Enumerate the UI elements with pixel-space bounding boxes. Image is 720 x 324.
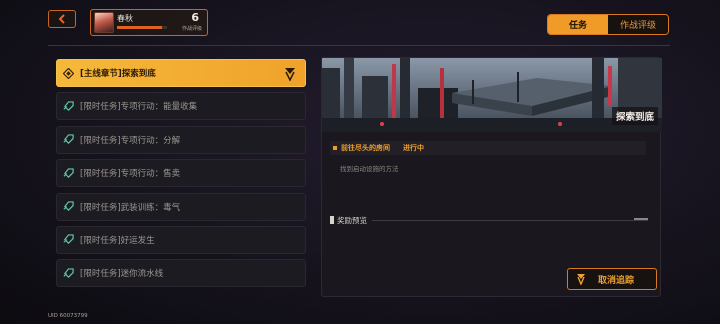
task-item[interactable]: [限时任务]好运发生 <box>56 225 306 254</box>
reward-divider-end <box>634 218 648 220</box>
player-name: 春秋 <box>117 14 133 23</box>
task-item[interactable]: [限时任务]专项行动：能量收集 <box>56 92 306 121</box>
task-label: [限时任务]迷你流水线 <box>80 269 164 280</box>
limited-task-icon <box>63 201 74 212</box>
task-item[interactable]: [限时任务]武装训练：毒气 <box>56 192 306 221</box>
task-label: [限时任务]好运发生 <box>80 235 155 246</box>
task-item[interactable]: [限时任务]专项行动：售卖 <box>56 159 306 188</box>
objective-status: 进行中 <box>403 144 424 152</box>
task-label: [限时任务]专项行动：能量收集 <box>80 102 198 113</box>
objective-description: 找到启动设施的方法 <box>340 165 399 173</box>
tab-tasks[interactable]: 任务 <box>548 15 608 34</box>
back-button[interactable] <box>48 10 76 28</box>
task-detail-panel: 探索到底 前往尽头的房间 进行中 找到启动设施的方法 奖励预览 取消追踪 <box>321 57 662 297</box>
reward-marker <box>330 216 334 224</box>
xp-fill <box>117 26 162 29</box>
task-label: [限时任务]专项行动：分解 <box>80 135 181 146</box>
objective-text: 前往尽头的房间 <box>341 144 390 152</box>
reward-preview-label: 奖励预览 <box>337 216 367 225</box>
limited-task-icon <box>63 167 74 178</box>
task-item[interactable]: [限时任务]专项行动：分解 <box>56 125 306 154</box>
limited-task-icon <box>63 101 74 111</box>
task-label: [限时任务]专项行动：售卖 <box>80 169 181 180</box>
limited-task-icon <box>63 268 74 278</box>
level-label: 作战评级 <box>181 26 202 32</box>
limited-task-icon <box>63 134 74 145</box>
cancel-tracking-label: 取消追踪 <box>598 275 635 286</box>
main-quest-icon <box>63 67 74 79</box>
avatar <box>94 12 114 33</box>
task-item[interactable]: [主线章节]探索到底 <box>56 59 306 87</box>
task-label: [主线章节]探索到底 <box>80 69 156 79</box>
player-level: 6 <box>191 11 199 24</box>
limited-task-icon <box>63 234 74 245</box>
user-id: UID 60073799 <box>48 313 88 319</box>
task-label: [限时任务]武装训练：毒气 <box>80 202 181 213</box>
reward-divider <box>372 220 648 221</box>
objective-bullet <box>333 146 337 150</box>
task-item[interactable]: [限时任务]迷你流水线 <box>56 259 306 288</box>
tracking-marker-icon <box>577 274 585 285</box>
objective-row: 前往尽头的房间 进行中 <box>330 141 646 155</box>
scene-illustration <box>322 58 662 132</box>
chevron-left-icon <box>58 14 65 24</box>
task-list: [主线章节]探索到底 [限时任务]专项行动：能量收集 [限时任务]专项行动：分解… <box>56 59 306 293</box>
tracking-marker-icon <box>285 68 295 81</box>
divider <box>48 45 670 46</box>
tab-combat-rating[interactable]: 作战评级 <box>608 15 668 34</box>
tab-bar: 任务 作战评级 <box>547 14 669 35</box>
player-card[interactable]: 春秋 6 作战评级 <box>90 9 208 36</box>
cancel-tracking-button[interactable]: 取消追踪 <box>567 268 657 290</box>
xp-bar <box>117 26 167 29</box>
task-title: 探索到底 <box>612 107 659 125</box>
